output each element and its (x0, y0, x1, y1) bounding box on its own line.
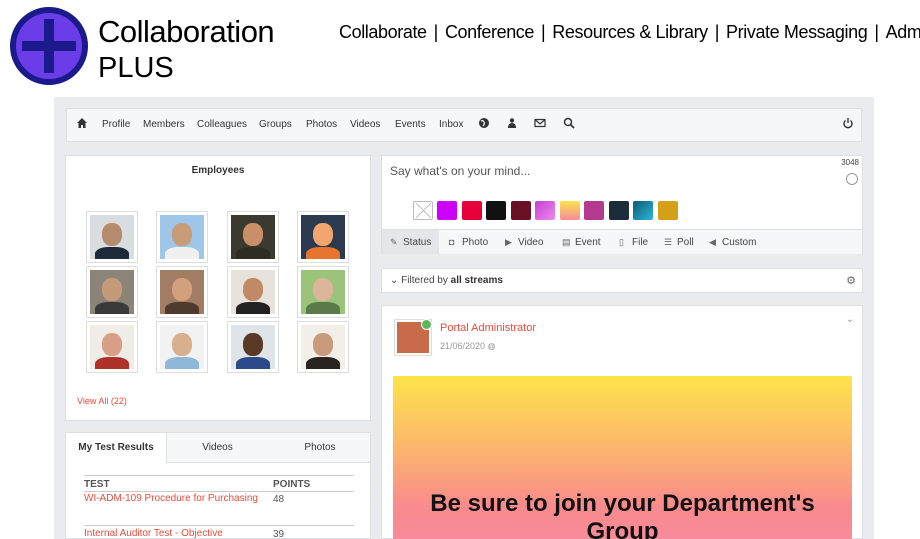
background-swatch[interactable] (584, 201, 604, 220)
employees-title: Employees (191, 165, 245, 176)
people-icon[interactable] (505, 117, 519, 131)
results-card: My Test Results Videos Photos TEST POINT… (65, 432, 371, 539)
stream-filter[interactable]: ⌄ Filtered by all streams ⚙ (381, 268, 863, 293)
column-header-points: POINTS (273, 479, 311, 490)
background-swatch[interactable] (437, 201, 457, 220)
column-header-test: TEST (84, 479, 110, 490)
background-swatch[interactable] (658, 201, 678, 220)
gear-icon[interactable]: ⚙ (846, 274, 856, 287)
nav-colleagues[interactable]: Colleagues (197, 119, 247, 130)
mail-icon[interactable] (533, 117, 547, 131)
topnav-resources-library[interactable]: Resources & Library (552, 22, 708, 42)
nav-members[interactable]: Members (143, 119, 185, 130)
result-points: 48 (273, 494, 285, 505)
composer-tab-event[interactable]: ▤ Event (562, 230, 601, 254)
nav-profile[interactable]: Profile (102, 119, 130, 130)
tab-my-test-results[interactable]: My Test Results (66, 433, 167, 463)
brand-subtitle: PLUS (98, 52, 174, 84)
brand-title: Collaboration (98, 14, 275, 49)
status-composer: Say what's on your mind... 3048 ✎ Status … (381, 155, 863, 254)
post-date: 21/06/2020 ◍ (440, 341, 496, 351)
results-tabs: My Test Results Videos Photos (66, 433, 370, 463)
megaphone-icon: ◀ (709, 237, 716, 247)
video-icon: ▶ (505, 237, 512, 247)
employee-avatar[interactable] (227, 211, 279, 263)
top-navigation: Collaborate | Conference | Resources & Libra… (339, 22, 920, 43)
power-icon[interactable] (841, 117, 855, 131)
view-all-link[interactable]: View All (22) (77, 396, 127, 406)
camera-icon: ◘ (449, 237, 455, 247)
background-swatch[interactable] (462, 201, 482, 220)
toolbar-navbar: Profile Members Colleagues Groups Photos… (66, 108, 862, 142)
employee-avatar[interactable] (297, 266, 349, 318)
author-avatar[interactable] (394, 319, 432, 356)
nav-photos[interactable]: Photos (306, 119, 337, 130)
status-input[interactable]: Say what's on your mind... (390, 164, 530, 178)
composer-tab-status[interactable]: ✎ Status (382, 230, 439, 254)
composer-tabs: ✎ Status ◘ Photo ▶ Video ▤ Event ▯ File ☰ Poll… (382, 229, 862, 254)
employee-avatar[interactable] (156, 211, 208, 263)
employee-avatar[interactable] (156, 321, 208, 373)
employee-avatar[interactable] (86, 321, 138, 373)
employee-avatar[interactable] (227, 321, 279, 373)
result-test-link[interactable]: WI-ADM-109 Procedure for Purchasing (84, 491, 259, 507)
logo-icon[interactable] (10, 7, 88, 85)
employee-avatar[interactable] (156, 266, 208, 318)
calendar-icon: ▤ (562, 237, 571, 247)
background-swatch[interactable] (511, 201, 531, 220)
employee-avatar[interactable] (86, 211, 138, 263)
emoji-icon[interactable] (846, 173, 858, 185)
post-banner: Be sure to join your Department's Group (393, 376, 852, 539)
search-icon[interactable] (562, 117, 576, 131)
file-icon: ▯ (619, 237, 624, 247)
pencil-icon: ✎ (390, 237, 398, 247)
filter-label: ⌄ Filtered by all streams (390, 275, 503, 286)
topnav-collaborate[interactable]: Collaborate (339, 22, 427, 42)
stream-post: Portal Administrator 21/06/2020 ◍ ⌄ Be s… (381, 305, 863, 539)
employees-card: Employees View All (22) (65, 155, 371, 421)
composer-tab-photo[interactable]: ◘ Photo (449, 230, 488, 254)
background-swatch-none[interactable] (413, 201, 433, 220)
topnav-private-messaging[interactable]: Private Messaging (726, 22, 868, 42)
nav-events[interactable]: Events (395, 119, 426, 130)
nav-inbox[interactable]: Inbox (439, 119, 463, 130)
character-counter: 3048 (841, 158, 859, 167)
nav-videos[interactable]: Videos (350, 119, 380, 130)
background-swatch[interactable] (633, 201, 653, 220)
background-swatch[interactable] (486, 201, 506, 220)
globe-icon: ◍ (487, 341, 496, 351)
composer-tab-video[interactable]: ▶ Video (505, 230, 543, 254)
topnav-admin[interactable]: Admin (886, 22, 920, 42)
background-swatch[interactable] (609, 201, 629, 220)
employee-avatar[interactable] (227, 266, 279, 318)
online-status-icon (421, 319, 432, 330)
tab-photos[interactable]: Photos (268, 433, 372, 463)
banner-text: Be sure to join your Department's Group (430, 490, 815, 539)
employee-avatar[interactable] (297, 211, 349, 263)
composer-tab-custom[interactable]: ◀ Custom (709, 230, 756, 254)
chevron-down-icon: ⌄ (390, 275, 399, 286)
background-swatch[interactable] (560, 201, 580, 220)
composer-tab-file[interactable]: ▯ File (619, 230, 648, 254)
nav-groups[interactable]: Groups (259, 119, 292, 130)
background-swatch[interactable] (535, 201, 555, 220)
divider (84, 475, 354, 476)
result-points: 39 (273, 529, 285, 539)
tab-videos[interactable]: Videos (167, 433, 268, 463)
employee-avatar[interactable] (86, 266, 138, 318)
topnav-conference[interactable]: Conference (445, 22, 534, 42)
home-icon[interactable] (75, 117, 89, 131)
chevron-down-icon[interactable]: ⌄ (846, 314, 854, 325)
result-test-link[interactable]: Internal Auditor Test - Objective (84, 526, 259, 539)
main-container: Profile Members Colleagues Groups Photos… (54, 97, 874, 539)
globe-icon[interactable] (477, 117, 491, 131)
list-icon: ☰ (664, 237, 673, 247)
composer-tab-poll[interactable]: ☰ Poll (664, 230, 694, 254)
employee-avatar[interactable] (297, 321, 349, 373)
post-author[interactable]: Portal Administrator (440, 322, 536, 334)
